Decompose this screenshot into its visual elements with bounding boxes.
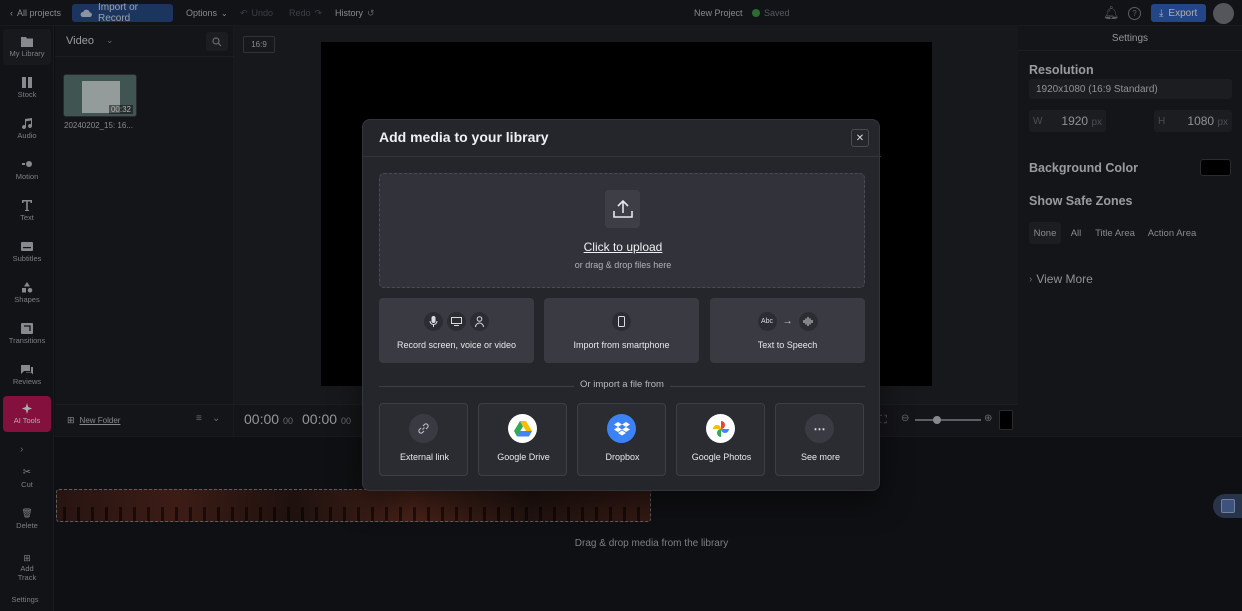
person-icon	[470, 312, 489, 331]
see-more-source[interactable]: ⋯ See more	[775, 403, 864, 476]
drag-drop-hint: or drag & drop files here	[574, 260, 672, 270]
dropbox-icon	[607, 414, 636, 443]
import-from-label: Or import a file from	[363, 379, 881, 390]
external-link-source[interactable]: External link	[379, 403, 468, 476]
divider	[363, 156, 881, 157]
more-dots-icon: ⋯	[805, 414, 834, 443]
upload-dropzone[interactable]: Click to upload or drag & drop files her…	[379, 173, 865, 288]
google-photos-source[interactable]: Google Photos	[676, 403, 765, 476]
modal-title: Add media to your library	[379, 129, 549, 145]
soundwave-icon	[798, 312, 818, 331]
close-button[interactable]: ✕	[851, 129, 869, 147]
smartphone-icon	[612, 312, 631, 331]
record-option[interactable]: Record screen, voice or video	[379, 298, 534, 363]
import-smartphone-option[interactable]: Import from smartphone	[544, 298, 699, 363]
arrow-right-icon: →	[782, 316, 793, 327]
monitor-icon	[447, 312, 466, 331]
close-icon: ✕	[855, 132, 865, 144]
google-photos-icon	[706, 414, 735, 443]
google-drive-icon	[508, 414, 537, 443]
link-icon	[409, 414, 438, 443]
dropbox-source[interactable]: Dropbox	[577, 403, 666, 476]
add-media-modal: Add media to your library ✕ Click to upl…	[362, 119, 881, 491]
microphone-icon	[424, 312, 443, 331]
text-to-speech-option[interactable]: Abc → Text to Speech	[710, 298, 865, 363]
text-abc-icon: Abc	[757, 312, 777, 331]
upload-icon	[605, 190, 640, 228]
click-to-upload-link[interactable]: Click to upload	[380, 240, 866, 254]
google-drive-source[interactable]: Google Drive	[478, 403, 567, 476]
